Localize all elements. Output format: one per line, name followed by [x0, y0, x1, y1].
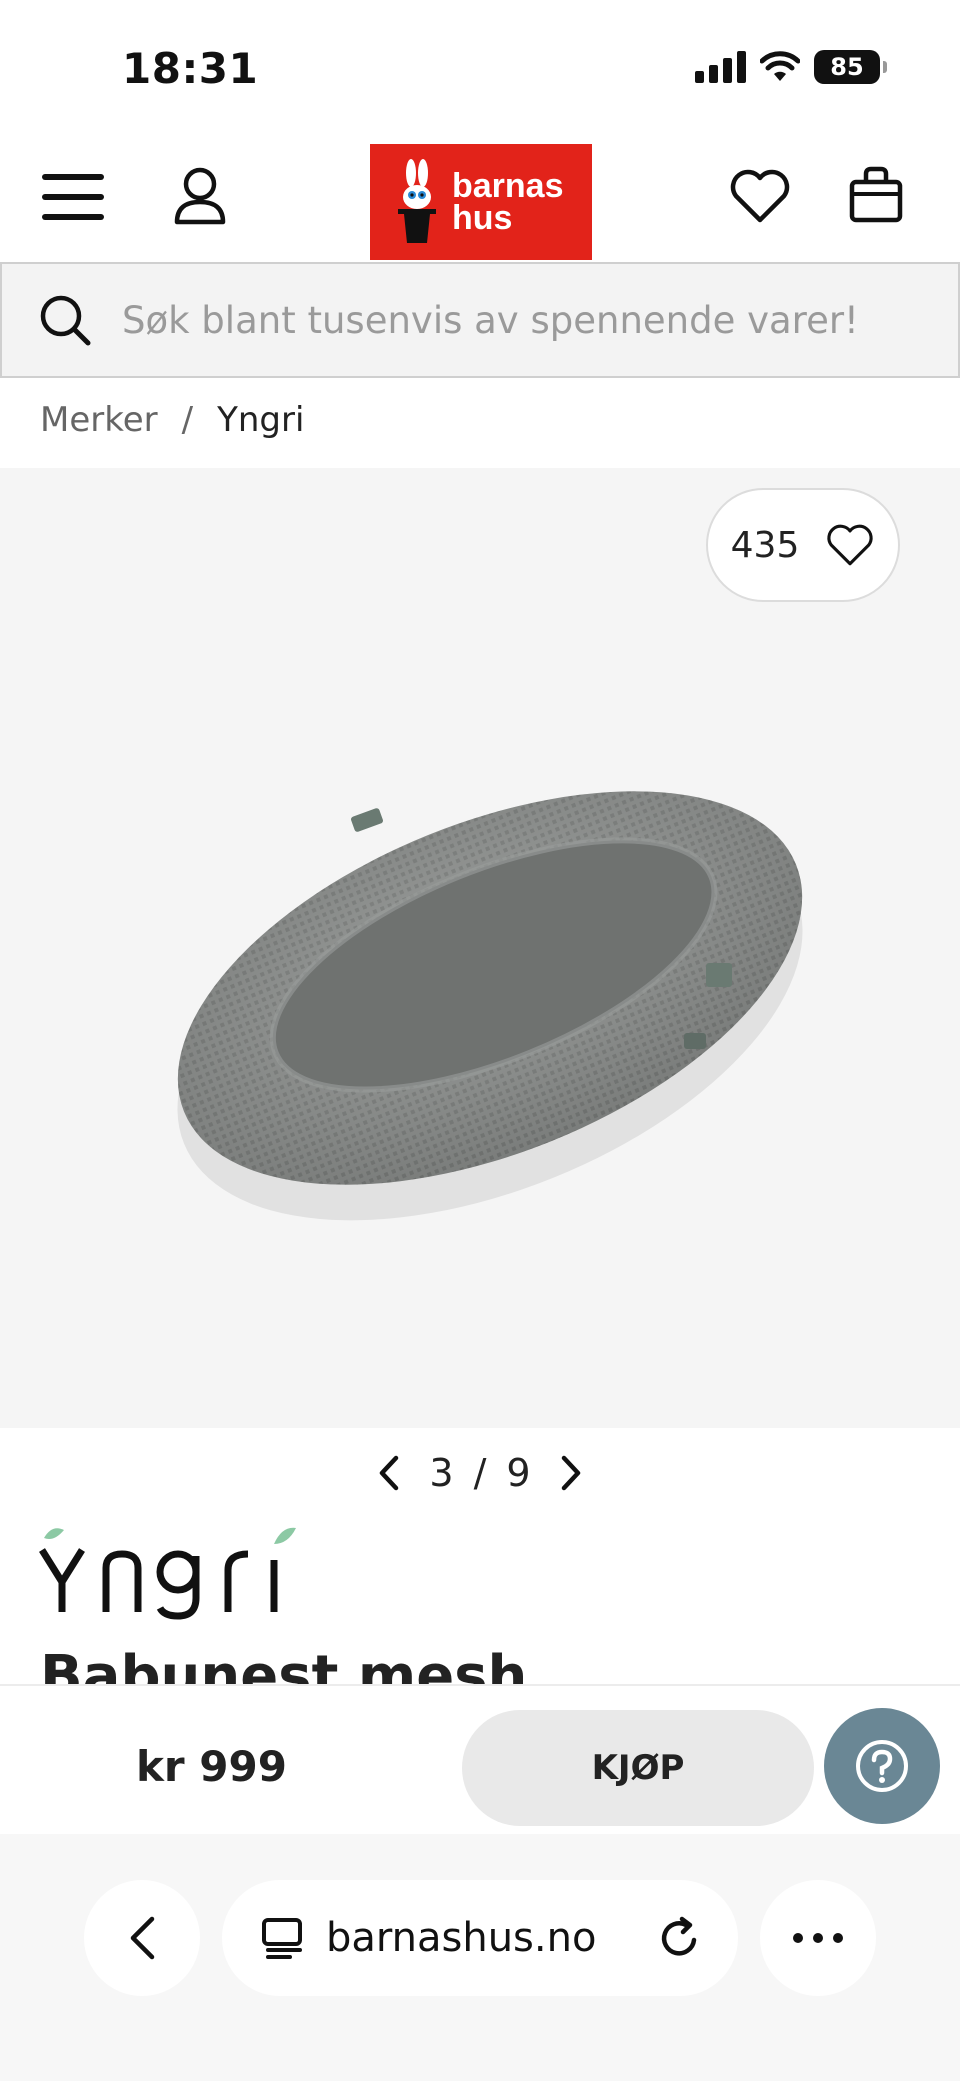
- next-image-button[interactable]: [551, 1448, 591, 1498]
- user-icon[interactable]: [172, 166, 228, 226]
- more-options-button[interactable]: [760, 1880, 876, 1996]
- shopping-bag-icon[interactable]: [846, 164, 906, 224]
- product-price: kr 999: [136, 1742, 287, 1791]
- pager-total: 9: [506, 1451, 531, 1495]
- favorite-button[interactable]: 435: [706, 488, 900, 602]
- logo-line-1: barnas: [452, 167, 564, 205]
- breadcrumb-current: Yngri: [217, 400, 305, 440]
- cellular-signal-icon: [695, 51, 746, 83]
- wifi-icon: [760, 51, 800, 81]
- buy-button[interactable]: KJØP: [462, 1710, 814, 1826]
- chevron-right-icon: [561, 1455, 580, 1491]
- pager-separator: /: [473, 1451, 487, 1495]
- address-bar[interactable]: barnashus.no: [222, 1880, 738, 1996]
- rabbit-hat-logo-icon: [398, 159, 436, 243]
- search-icon: [40, 295, 91, 346]
- menu-button[interactable]: [42, 172, 106, 222]
- browser-toolbar: barnashus.no: [0, 1834, 960, 2081]
- status-bar: 18:31 85: [0, 0, 960, 130]
- yngri-brand-logo[interactable]: [38, 1520, 308, 1620]
- battery-icon: 85: [814, 50, 887, 84]
- favorite-count: 435: [730, 524, 800, 566]
- product-gallery[interactable]: 435: [0, 468, 960, 1428]
- site-logo[interactable]: barnas hus: [370, 144, 592, 260]
- pager-current: 3: [429, 1451, 454, 1495]
- logo-text: barnas hus: [452, 167, 564, 237]
- browser-back-button[interactable]: [84, 1880, 200, 1996]
- logo-line-2: hus: [452, 199, 513, 237]
- battery-level: 85: [830, 53, 864, 81]
- baby-nest-product-image: [177, 791, 803, 1221]
- search-input[interactable]: [122, 298, 902, 342]
- chevron-left-icon: [130, 1916, 155, 1960]
- reload-icon[interactable]: [658, 1916, 702, 1960]
- breadcrumb-link-merker[interactable]: Merker: [40, 400, 158, 440]
- status-icons: 85: [695, 50, 887, 84]
- product-title: Babunest mesh: [40, 1644, 528, 1684]
- url-text: barnashus.no: [326, 1915, 597, 1961]
- breadcrumb-separator: /: [181, 400, 194, 440]
- gallery-pager: 3 / 9: [0, 1448, 960, 1498]
- site-header: barnas hus: [0, 130, 960, 260]
- search-bar[interactable]: [0, 262, 960, 378]
- chevron-left-icon: [380, 1455, 399, 1491]
- page-menu-icon[interactable]: [260, 1916, 304, 1960]
- help-button[interactable]: [824, 1708, 940, 1824]
- breadcrumb: Merker / Yngri: [40, 400, 304, 440]
- status-time: 18:31: [122, 44, 259, 93]
- heart-icon: [827, 524, 873, 566]
- wishlist-heart-icon[interactable]: [728, 168, 792, 224]
- buy-bar: kr 999 KJØP: [0, 1684, 960, 1834]
- question-mark-icon: [856, 1740, 908, 1792]
- previous-image-button[interactable]: [369, 1448, 409, 1498]
